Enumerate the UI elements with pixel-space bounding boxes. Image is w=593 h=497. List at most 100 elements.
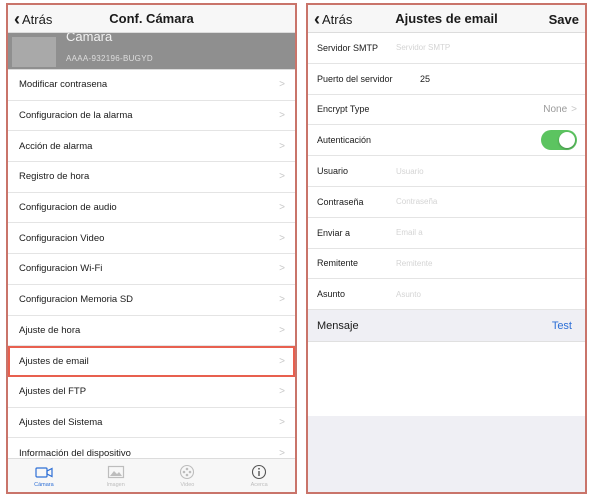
- toggle-knob: [559, 132, 575, 149]
- menu-item-label: Ajustes del FTP: [19, 386, 87, 398]
- chevron-left-icon: ‹: [314, 9, 320, 29]
- menu-item-alarm-action[interactable]: Acción de alarma >: [8, 131, 295, 163]
- menu-item-modify-password[interactable]: Modificar contrasena >: [8, 70, 295, 101]
- tab-camera[interactable]: Cámara: [8, 459, 80, 492]
- chevron-right-icon: >: [279, 386, 285, 398]
- send-to-label: Enviar a: [317, 227, 351, 238]
- menu-item-alarm-config[interactable]: Configuracion de la alarma >: [8, 100, 295, 132]
- tab-image[interactable]: Imagen: [80, 459, 152, 492]
- chevron-right-icon: >: [571, 103, 577, 115]
- subject-input[interactable]: [396, 289, 546, 299]
- menu-item-audio-config[interactable]: Configuracion de audio >: [8, 192, 295, 224]
- send-to-row: Enviar a: [308, 218, 585, 249]
- menu-item-label: Acción de alarma: [19, 140, 93, 152]
- back-button[interactable]: ‹ Atrás: [314, 5, 352, 33]
- menu-item-ftp-settings[interactable]: Ajustes del FTP >: [8, 376, 295, 408]
- username-label: Usuario: [317, 166, 349, 177]
- chevron-right-icon: >: [279, 110, 285, 122]
- menu-item-time-log[interactable]: Registro de hora >: [8, 162, 295, 193]
- save-button[interactable]: Save: [549, 5, 579, 33]
- navigation-bar: ‹ Atrás Conf. Cámara: [8, 5, 295, 33]
- chevron-right-icon: >: [279, 294, 285, 306]
- email-form: Servidor SMTP Puerto del servidor 25 Enc…: [308, 33, 585, 343]
- video-icon: [178, 464, 196, 480]
- menu-item-label: Configuracion de la alarma: [19, 110, 133, 122]
- chevron-right-icon: >: [279, 140, 285, 152]
- subject-row: Asunto: [308, 279, 585, 311]
- chevron-right-icon: >: [279, 171, 285, 183]
- menu-item-label: Ajuste de hora: [19, 324, 81, 336]
- camera-thumbnail: [12, 37, 56, 67]
- menu-item-label: Modificar contrasena: [19, 79, 108, 91]
- image-icon: [107, 464, 125, 480]
- sender-label: Remitente: [317, 258, 359, 269]
- menu-item-time-settings[interactable]: Ajuste de hora >: [8, 315, 295, 347]
- authentication-toggle-wrap: [541, 125, 577, 155]
- back-button[interactable]: ‹ Atrás: [14, 5, 52, 33]
- camera-header: Camara AAAA-932196-BUGYD: [8, 33, 295, 70]
- email-settings-screen: ‹ Atrás Ajustes de email Save Servidor S…: [306, 3, 587, 494]
- camera-icon: [35, 464, 53, 480]
- camera-settings-screen: ‹ Atrás Conf. Cámara Camara AAAA-932196-…: [6, 3, 297, 494]
- server-port-label: Puerto del servidor: [317, 73, 393, 84]
- menu-item-video-config[interactable]: Configuracion Video >: [8, 223, 295, 255]
- back-label: Atrás: [22, 11, 53, 27]
- chevron-left-icon: ‹: [14, 9, 20, 29]
- message-area: [308, 344, 585, 492]
- smtp-server-label: Servidor SMTP: [317, 42, 379, 53]
- chevron-right-icon: >: [279, 416, 285, 428]
- username-input[interactable]: [396, 166, 546, 176]
- tab-video[interactable]: Video: [152, 459, 224, 492]
- tab-label: Video: [180, 481, 195, 488]
- tab-label: Cámara: [34, 481, 54, 488]
- chevron-right-icon: >: [279, 79, 285, 91]
- chevron-right-icon: >: [279, 263, 285, 275]
- info-icon: [250, 464, 268, 480]
- encrypt-type-value: None: [543, 103, 568, 115]
- camera-name: Camara: [66, 33, 113, 44]
- smtp-server-input[interactable]: [396, 43, 546, 53]
- menu-item-label: Registro de hora: [19, 171, 90, 183]
- username-row: Usuario: [308, 156, 585, 187]
- server-port-input[interactable]: 25: [420, 74, 430, 84]
- smtp-server-row: Servidor SMTP: [308, 33, 585, 64]
- tab-label: Acerca: [250, 481, 268, 488]
- encrypt-type-value-group: None >: [543, 95, 577, 125]
- sender-row: Remitente: [308, 249, 585, 280]
- password-row: Contraseña: [308, 187, 585, 218]
- chevron-right-icon: >: [279, 355, 285, 367]
- chevron-right-icon: >: [279, 232, 285, 244]
- menu-item-sd-card-config[interactable]: Configuracion Memoria SD >: [8, 284, 295, 316]
- tab-label: Imagen: [106, 481, 125, 488]
- encrypt-type-label: Encrypt Type: [317, 104, 370, 115]
- encrypt-type-row[interactable]: Encrypt Type None >: [308, 95, 585, 126]
- server-port-row: Puerto del servidor 25: [308, 64, 585, 95]
- settings-menu: Modificar contrasena > Configuracion de …: [8, 70, 295, 469]
- back-label: Atrás: [322, 11, 353, 27]
- menu-item-system-settings[interactable]: Ajustes del Sistema >: [8, 407, 295, 439]
- chevron-right-icon: >: [279, 447, 285, 459]
- chevron-right-icon: >: [279, 202, 285, 214]
- menu-item-label: Ajustes del Sistema: [19, 416, 103, 428]
- menu-item-wifi-config[interactable]: Configuracion Wi-Fi >: [8, 254, 295, 285]
- menu-item-label: Configuracion de audio: [19, 202, 117, 214]
- tab-about[interactable]: Acerca: [223, 459, 295, 492]
- authentication-toggle[interactable]: [541, 130, 577, 151]
- test-button[interactable]: Test: [552, 320, 572, 332]
- menu-item-label: Configuracion Memoria SD: [19, 294, 134, 306]
- menu-item-email-settings[interactable]: Ajustes de email >: [8, 346, 295, 377]
- authentication-label: Autenticación: [317, 135, 372, 146]
- subject-label: Asunto: [317, 289, 346, 300]
- menu-item-label: Información del dispositivo: [19, 447, 131, 459]
- camera-id: AAAA-932196-BUGYD: [66, 54, 153, 63]
- navigation-bar: ‹ Atrás Ajustes de email Save: [308, 5, 585, 33]
- send-to-input[interactable]: [396, 228, 546, 238]
- password-input[interactable]: [396, 197, 546, 207]
- tab-bar: Cámara Imagen Video Acerca: [8, 458, 295, 492]
- message-textarea[interactable]: [308, 344, 585, 416]
- password-label: Contraseña: [317, 196, 364, 207]
- sender-input[interactable]: [396, 258, 546, 268]
- message-header: Mensaje Test: [308, 310, 585, 343]
- menu-item-label: Ajustes de email: [19, 355, 89, 367]
- menu-item-label: Configuracion Wi-Fi: [19, 263, 103, 275]
